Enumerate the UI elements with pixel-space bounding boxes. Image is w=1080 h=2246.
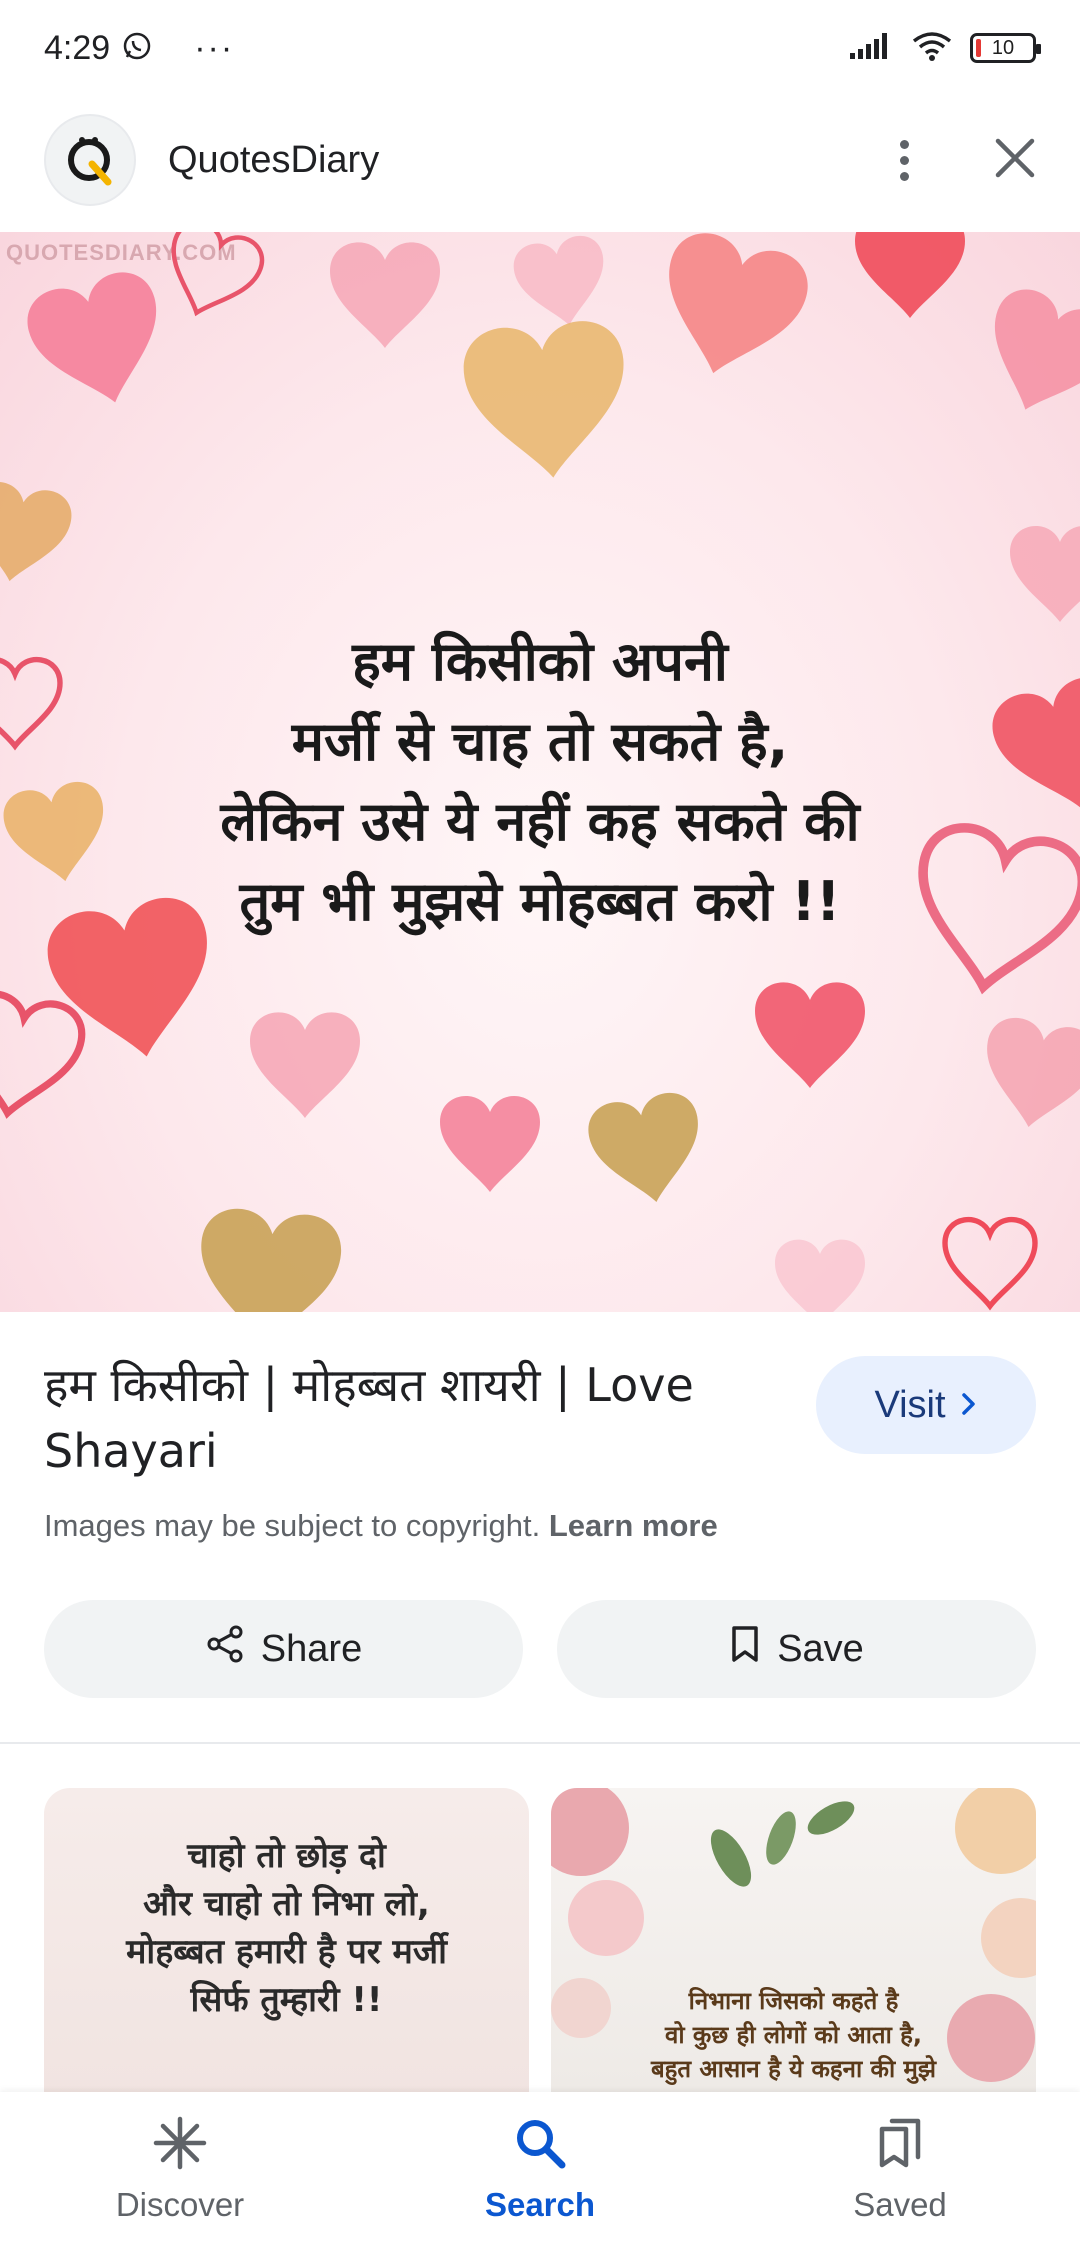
visit-label: Visit — [874, 1383, 946, 1426]
search-icon — [512, 2115, 568, 2176]
nav-search[interactable]: Search — [360, 2092, 720, 2246]
save-label: Save — [777, 1627, 864, 1670]
nav-discover-label: Discover — [115, 2185, 245, 2223]
copyright-notice: Images may be subject to copyright. Lear… — [44, 1508, 718, 1544]
related-card[interactable]: निभाना जिसको कहते है वो कुछ ही लोगों को … — [551, 1788, 1036, 2094]
related-card[interactable]: चाहो तो छोड़ दो और चाहो तो निभा लो, मोहब… — [44, 1788, 529, 2094]
nav-discover[interactable]: Discover — [0, 2092, 360, 2246]
nav-saved-label: Saved — [853, 2185, 947, 2223]
share-label: Share — [260, 1627, 363, 1670]
battery-level: 10 — [991, 36, 1015, 59]
share-icon — [205, 1624, 245, 1674]
related-card-text: चाहो तो छोड़ दो और चाहो तो निभा लो, मोहब… — [126, 1836, 447, 2020]
nav-search-label: Search — [484, 2185, 596, 2223]
status-more-indicator: ··· — [194, 28, 235, 67]
status-right: 10 — [850, 31, 1041, 66]
result-title: हम किसीको | मोहब्बत शायरी | Love Shayari — [44, 1358, 694, 1478]
bottom-navigation: Discover Search Saved — [0, 2092, 1080, 2246]
site-logo[interactable] — [44, 114, 136, 206]
status-left: 4:29 ··· — [44, 29, 234, 68]
hero-image[interactable]: QUOTESDIARY.COM हम किसीको अपनी मर्जी से … — [0, 232, 1080, 1312]
related-images: चाहो तो छोड़ दो और चाहो तो निभा लो, मोहब… — [44, 1788, 1036, 2094]
signal-icon — [850, 31, 894, 66]
share-button[interactable]: Share — [44, 1600, 523, 1698]
section-divider — [0, 1742, 1080, 1744]
status-time: 4:29 — [44, 28, 111, 67]
battery-fill — [976, 39, 981, 57]
wifi-icon — [912, 31, 952, 66]
header-actions — [884, 137, 1036, 184]
site-header: QuotesDiary — [0, 110, 1080, 210]
chevron-right-icon — [960, 1384, 978, 1427]
more-options-icon[interactable] — [884, 139, 924, 181]
copyright-text: Images may be subject to copyright. — [44, 1508, 549, 1543]
battery-indicator: 10 — [970, 33, 1041, 63]
hero-quote: हम किसीको अपनी मर्जी से चाह तो सकते है, … — [0, 622, 1080, 942]
action-row: Share Save — [44, 1600, 1036, 1698]
visit-button[interactable]: Visit — [816, 1356, 1036, 1454]
learn-more-link[interactable]: Learn more — [549, 1508, 718, 1543]
close-icon[interactable] — [994, 137, 1036, 184]
nav-saved[interactable]: Saved — [720, 2092, 1080, 2246]
whatsapp-icon — [122, 31, 152, 66]
save-button[interactable]: Save — [557, 1600, 1036, 1698]
status-bar: 4:29 ··· 10 — [0, 0, 1080, 96]
hero-quote-text: हम किसीको अपनी मर्जी से चाह तो सकते है, … — [220, 630, 860, 933]
bookmark-icon — [729, 1624, 761, 1674]
site-name: QuotesDiary — [168, 138, 380, 181]
related-card-text: निभाना जिसको कहते है वो कुछ ही लोगों को … — [650, 1987, 937, 2083]
saved-icon — [872, 2115, 928, 2176]
discover-icon — [152, 2115, 208, 2176]
